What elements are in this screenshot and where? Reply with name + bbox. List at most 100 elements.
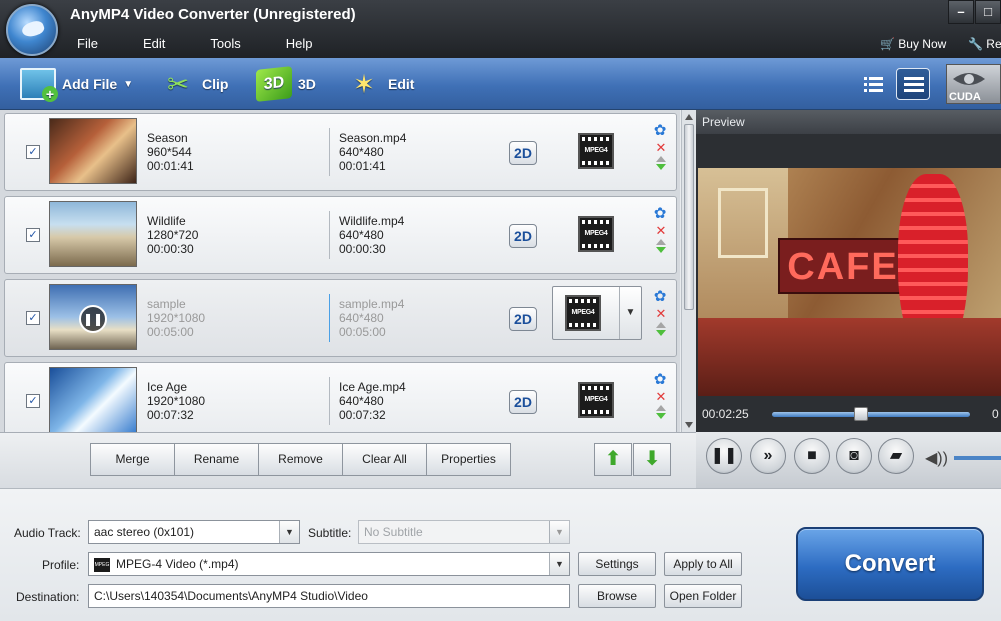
menu-file[interactable]: File <box>77 36 98 51</box>
mpeg4-format-icon[interactable]: MPEG4 <box>578 133 614 169</box>
gear-icon[interactable]: ✿ <box>653 289 667 304</box>
maximize-button[interactable]: □ <box>975 0 1001 24</box>
preview-video[interactable]: CAFE <box>698 168 1001 396</box>
register-link[interactable]: 🔧 Re <box>968 37 1001 51</box>
apply-to-all-button[interactable]: Apply to All <box>664 552 742 576</box>
output-format-select[interactable]: MPEG4 ▼ <box>552 286 642 340</box>
edit-button[interactable]: ✶ Edit <box>346 66 414 102</box>
file-row[interactable]: ✓ Wildlife 1280*720 00:00:30 Wildlife.mp4 640… <box>4 196 677 274</box>
reorder-icon[interactable] <box>655 239 667 259</box>
add-file-button[interactable]: + Add File ▼ <box>20 66 133 102</box>
chevron-down-icon[interactable]: ▼ <box>549 521 569 543</box>
seek-knob[interactable] <box>854 407 868 421</box>
list-view-button[interactable] <box>856 68 890 100</box>
remove-button[interactable]: Remove <box>258 443 343 476</box>
open-folder-button[interactable]: Open Folder <box>664 584 742 608</box>
gear-icon[interactable]: ✿ <box>653 372 667 387</box>
pause-icon[interactable]: ❚❚ <box>79 305 107 333</box>
minimize-button[interactable]: – <box>948 0 974 24</box>
subtitle-select[interactable]: No Subtitle ▼ <box>358 520 570 544</box>
chevron-down-icon[interactable]: ▼ <box>549 553 569 575</box>
2d-3d-toggle-button[interactable]: 2D <box>509 390 537 414</box>
window-title: AnyMP4 Video Converter (Unregistered) <box>70 6 356 23</box>
total-time: 0 <box>992 407 999 421</box>
awning <box>698 318 1001 396</box>
settings-panel: Audio Track: aac stereo (0x101) ▼ Subtit… <box>0 488 1001 621</box>
file-checkbox[interactable]: ✓ <box>26 228 40 242</box>
properties-button[interactable]: Properties <box>426 443 511 476</box>
snapshot-button[interactable]: ◙ <box>836 438 872 474</box>
3d-label: 3D <box>298 76 316 92</box>
reorder-icon[interactable] <box>655 405 667 425</box>
merge-button[interactable]: Merge <box>90 443 175 476</box>
cuda-badge[interactable]: CUDA <box>946 64 1001 104</box>
preview-panel: Preview CAFE 00:02:25 0 ❚❚ » ■ ◙ ▰ ◀)) <box>696 110 1001 488</box>
app-logo-icon[interactable] <box>6 4 58 56</box>
stop-button[interactable]: ■ <box>794 438 830 474</box>
close-icon[interactable]: ✕ <box>655 390 667 403</box>
clip-button[interactable]: ✂ Clip <box>160 66 228 102</box>
file-row[interactable]: ✓ Season 960*544 00:01:41 Season.mp4 640*480 0… <box>4 113 677 191</box>
destination-label: Destination: <box>16 590 80 604</box>
rename-button[interactable]: Rename <box>174 443 259 476</box>
seek-slider[interactable] <box>772 407 970 421</box>
pause-button[interactable]: ❚❚ <box>706 438 742 474</box>
2d-3d-toggle-button[interactable]: 2D <box>509 307 537 331</box>
2d-3d-toggle-button[interactable]: 2D <box>509 141 537 165</box>
browse-button[interactable]: Browse <box>578 584 656 608</box>
mpeg4-format-icon[interactable]: MPEG4 <box>578 382 614 418</box>
buy-now-link[interactable]: 🛒 Buy Now <box>880 37 946 51</box>
settings-button[interactable]: Settings <box>578 552 656 576</box>
scroll-up-icon[interactable] <box>685 114 693 120</box>
output-duration: 00:07:32 <box>339 408 386 422</box>
reorder-icon[interactable] <box>655 322 667 342</box>
source-name: sample <box>147 297 186 311</box>
output-name: Season.mp4 <box>339 131 407 145</box>
detail-view-button[interactable] <box>896 68 930 100</box>
video-thumbnail[interactable] <box>49 201 137 267</box>
chevron-down-icon[interactable]: ▼ <box>279 521 299 543</box>
video-thumbnail[interactable] <box>49 367 137 432</box>
video-thumbnail[interactable]: ❚❚ <box>49 284 137 350</box>
file-checkbox[interactable]: ✓ <box>26 145 40 159</box>
file-row[interactable]: ✓ ❚❚ sample 1920*1080 00:05:00 sample.mp4 640*… <box>4 279 677 357</box>
profile-select[interactable]: MPEG MPEG-4 Video (*.mp4) ▼ <box>88 552 570 576</box>
gear-icon[interactable]: ✿ <box>653 123 667 138</box>
gear-icon[interactable]: ✿ <box>653 206 667 221</box>
destination-input[interactable]: C:\Users\140354\Documents\AnyMP4 Studio\… <box>88 584 570 608</box>
file-checkbox[interactable]: ✓ <box>26 311 40 325</box>
time-bar: 00:02:25 0 <box>696 402 1001 426</box>
audio-track-select[interactable]: aac stereo (0x101) ▼ <box>88 520 300 544</box>
menu-tools[interactable]: Tools <box>210 36 240 51</box>
volume-slider[interactable] <box>954 456 1001 460</box>
add-file-dropdown-icon[interactable]: ▼ <box>123 79 133 90</box>
2d-3d-toggle-button[interactable]: 2D <box>509 224 537 248</box>
clear-all-button[interactable]: Clear All <box>342 443 427 476</box>
close-icon[interactable]: ✕ <box>655 307 667 320</box>
title-bar: AnyMP4 Video Converter (Unregistered) – … <box>0 0 1001 58</box>
mpeg4-format-icon[interactable]: MPEG4 <box>578 216 614 252</box>
fast-forward-button[interactable]: » <box>750 438 786 474</box>
close-icon[interactable]: ✕ <box>655 141 667 154</box>
3d-button[interactable]: 3D 3D <box>256 66 316 102</box>
camera-icon: ◙ <box>849 447 859 464</box>
scroll-thumb[interactable] <box>684 124 694 310</box>
reorder-icon[interactable] <box>655 156 667 176</box>
volume-icon[interactable]: ◀)) <box>925 448 948 468</box>
move-up-button[interactable]: ⬆ <box>594 443 632 476</box>
move-down-button[interactable]: ⬇ <box>633 443 671 476</box>
file-checkbox[interactable]: ✓ <box>26 394 40 408</box>
video-thumbnail[interactable] <box>49 118 137 184</box>
output-info: Wildlife.mp4 640*480 00:00:30 <box>339 214 404 256</box>
scroll-down-icon[interactable] <box>685 422 693 428</box>
menu-help[interactable]: Help <box>286 36 313 51</box>
file-row[interactable]: ✓ Ice Age 1920*1080 00:07:32 Ice Age.mp4 640*… <box>4 362 677 432</box>
close-icon[interactable]: ✕ <box>655 224 667 237</box>
open-snapshot-folder-button[interactable]: ▰ <box>878 438 914 474</box>
menu-edit[interactable]: Edit <box>143 36 165 51</box>
convert-button[interactable]: Convert <box>796 527 984 601</box>
file-list-scrollbar[interactable] <box>681 110 696 432</box>
source-duration: 00:05:00 <box>147 325 194 339</box>
output-resolution: 640*480 <box>339 311 384 325</box>
chevron-down-icon[interactable]: ▼ <box>619 287 641 339</box>
